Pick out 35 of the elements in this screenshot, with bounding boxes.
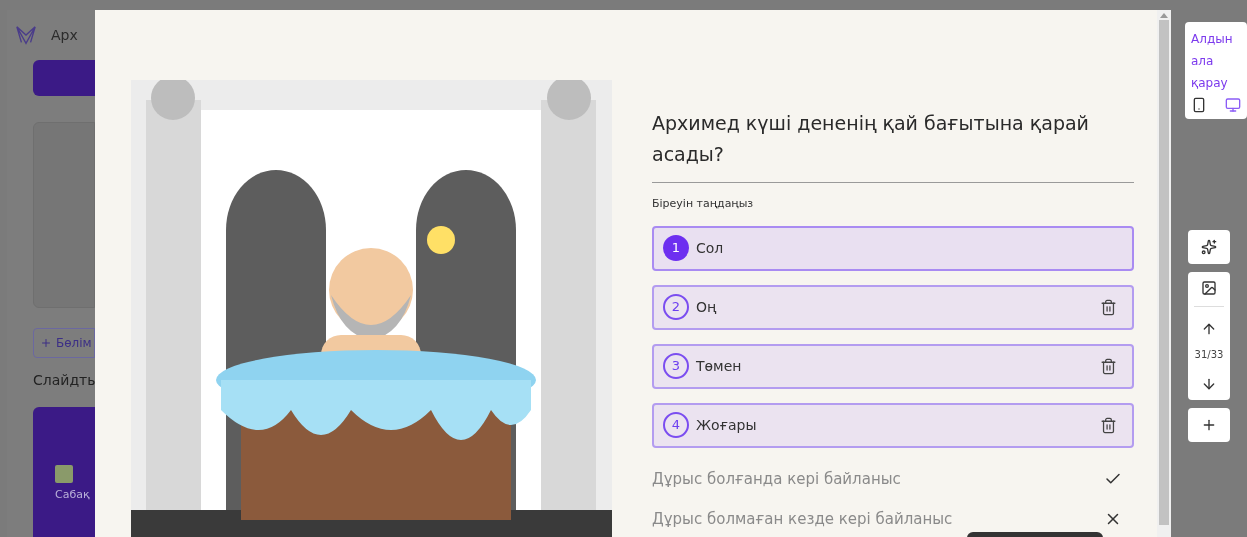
option-label: Сол bbox=[696, 238, 724, 258]
lesson-icon bbox=[55, 465, 73, 483]
preview-title[interactable]: Алдын ала қарау bbox=[1191, 28, 1241, 94]
delete-icon[interactable] bbox=[1100, 357, 1117, 375]
answer-option[interactable]: 4 Жоғары bbox=[652, 402, 1134, 448]
sparkles-icon bbox=[1201, 239, 1217, 255]
instruction-text: Біреуін таңдаңыз bbox=[652, 196, 755, 212]
question-text: Архимед күші дененің қай бағытына қарай асады? bbox=[652, 111, 1090, 167]
option-label: Оң bbox=[696, 297, 717, 317]
option-number: 4 bbox=[663, 412, 689, 438]
answer-option[interactable]: 1 Сол bbox=[652, 225, 1134, 271]
scrollbar[interactable] bbox=[1157, 10, 1171, 537]
option-number: 2 bbox=[663, 294, 689, 320]
delete-icon[interactable] bbox=[1100, 416, 1117, 434]
logo-icon bbox=[15, 24, 37, 46]
add-slide-button[interactable] bbox=[1188, 408, 1230, 442]
delete-icon[interactable] bbox=[1100, 298, 1117, 316]
answer-option[interactable]: 3 Төмен bbox=[652, 343, 1134, 389]
scrollbar-thumb[interactable] bbox=[1159, 20, 1170, 525]
slide-counter: 31/33 bbox=[1194, 348, 1224, 362]
option-label: Төмен bbox=[696, 356, 742, 376]
monitor-icon[interactable] bbox=[1225, 97, 1241, 113]
section-heading: Слайдты bbox=[33, 371, 95, 390]
header-title: Арх bbox=[51, 25, 78, 45]
magic-button[interactable] bbox=[1188, 230, 1230, 264]
option-number: 3 bbox=[663, 353, 689, 379]
lesson-card-title: Сабақ bbox=[55, 487, 91, 503]
answer-option[interactable]: 2 Оң bbox=[652, 284, 1134, 330]
option-number: 1 bbox=[663, 235, 689, 261]
phone-icon[interactable] bbox=[1191, 97, 1207, 113]
plus-icon bbox=[40, 337, 52, 349]
option-label: Жоғары bbox=[696, 415, 757, 435]
banner bbox=[33, 60, 95, 96]
plus-icon bbox=[1201, 417, 1217, 433]
image-icon[interactable] bbox=[1201, 280, 1217, 296]
